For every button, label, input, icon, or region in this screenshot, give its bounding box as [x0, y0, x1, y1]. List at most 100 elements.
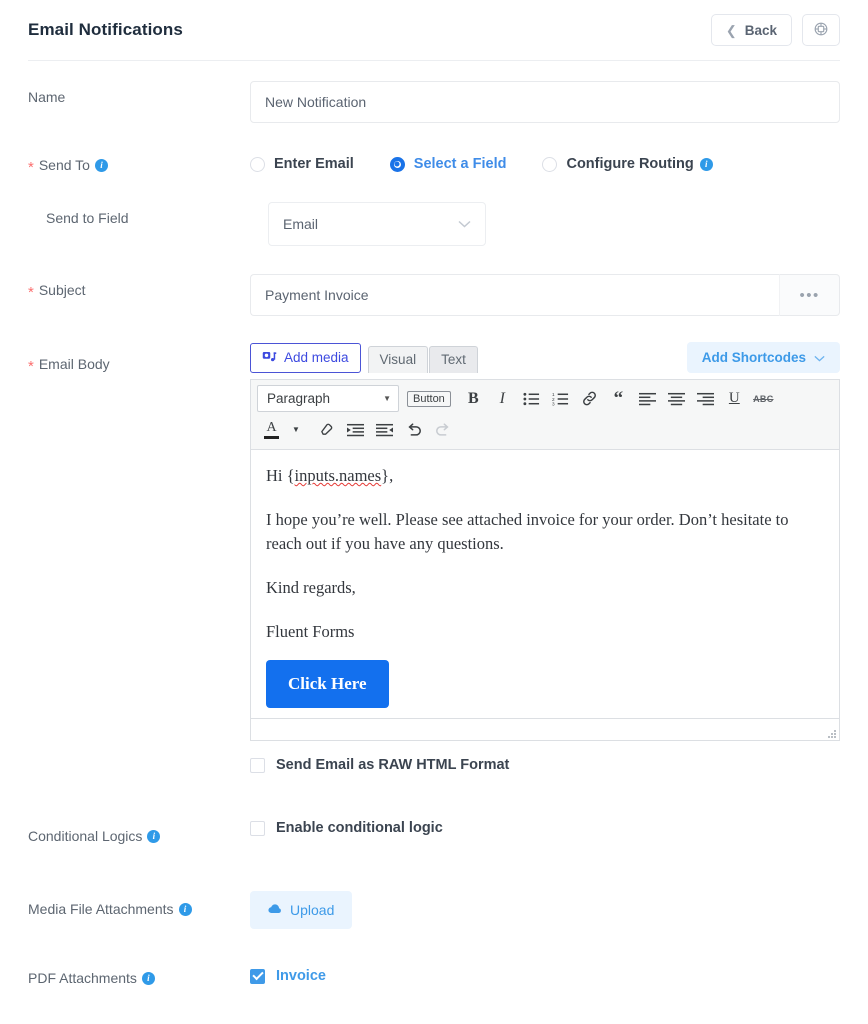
- name-input[interactable]: [250, 81, 840, 123]
- chevron-left-icon: ❮: [725, 22, 737, 38]
- settings-button[interactable]: [802, 14, 840, 46]
- send-to-radio-group: Enter Email Select a Field Configure Rou…: [250, 149, 840, 172]
- add-media-button[interactable]: Add media: [250, 342, 361, 373]
- send-to-field-select[interactable]: Email: [268, 202, 486, 246]
- tab-visual[interactable]: Visual: [367, 345, 429, 373]
- editor-cta-button[interactable]: Click Here: [266, 659, 389, 709]
- underline-icon[interactable]: U: [720, 385, 749, 412]
- radio-configure-routing[interactable]: Configure Routing i: [542, 156, 713, 172]
- label-name: Name: [28, 81, 250, 105]
- field-media-attachments: Upload: [250, 891, 840, 930]
- add-shortcodes-button[interactable]: Add Shortcodes: [686, 342, 840, 373]
- media-icon: [262, 349, 277, 367]
- chevron-down-icon: [458, 217, 471, 231]
- resize-handle-icon[interactable]: [824, 726, 836, 739]
- conditional-logic-checkbox[interactable]: [250, 820, 265, 836]
- radio-enter-email[interactable]: Enter Email: [250, 156, 354, 172]
- redo-icon[interactable]: [428, 416, 457, 443]
- caret-down-icon: ▼: [383, 394, 391, 403]
- tab-text[interactable]: Text: [429, 345, 478, 373]
- required-asterisk: *: [28, 357, 34, 375]
- numbered-list-icon[interactable]: 1 2 3: [546, 385, 575, 412]
- blockquote-icon[interactable]: “: [604, 385, 633, 412]
- ellipsis-icon: •••: [799, 286, 820, 304]
- info-icon[interactable]: i: [147, 829, 161, 843]
- editor-closing: Kind regards,: [266, 577, 356, 597]
- info-icon[interactable]: i: [94, 158, 108, 172]
- editor-signature: Fluent Forms: [266, 621, 355, 641]
- label-subject: * Subject: [28, 274, 250, 300]
- text-color-icon[interactable]: A: [257, 416, 286, 443]
- row-subject: * Subject •••: [0, 274, 868, 316]
- bold-icon[interactable]: B: [459, 385, 488, 412]
- back-button[interactable]: ❮ Back: [710, 14, 792, 46]
- row-send-to: * Send To i Enter Email Select a Field C…: [0, 149, 868, 175]
- paragraph-format-value: Paragraph: [267, 391, 331, 406]
- subject-more-button[interactable]: •••: [779, 274, 840, 316]
- editor-greeting: Hi {inputs.names},: [266, 464, 824, 488]
- editor-toolbar-row-1: Paragraph ▼ Button B I 1 2 3 “ U ABC: [257, 385, 833, 412]
- pdf-invoice-label: Invoice: [276, 968, 326, 985]
- row-conditional-logics: Conditional Logics i Enable conditional …: [0, 820, 868, 844]
- editor-status-bar: [251, 718, 839, 741]
- conditional-logic-label: Enable conditional logic: [276, 820, 443, 837]
- conditional-logic-checkbox-row[interactable]: Enable conditional logic: [250, 820, 840, 836]
- label-send-to-field-text: Send to Field: [46, 210, 129, 226]
- editor-content-area[interactable]: Hi {inputs.names}, I hope you’re well. P…: [251, 450, 839, 718]
- pdf-invoice-checkbox[interactable]: [250, 968, 265, 984]
- label-conditional-logics-text: Conditional Logics: [28, 828, 143, 845]
- raw-html-label: Send Email as RAW HTML Format: [276, 757, 510, 774]
- label-pdf-attachments-text: PDF Attachments: [28, 970, 137, 987]
- raw-html-checkbox[interactable]: [250, 757, 265, 773]
- info-icon[interactable]: i: [178, 902, 192, 916]
- label-conditional-logics: Conditional Logics i: [28, 820, 250, 844]
- label-send-to: * Send To i: [28, 149, 250, 175]
- field-send-to: Enter Email Select a Field Configure Rou…: [250, 149, 840, 172]
- page-title: Email Notifications: [28, 20, 183, 39]
- strikethrough-icon[interactable]: ABC: [749, 385, 778, 412]
- align-right-icon[interactable]: [691, 385, 720, 412]
- row-pdf-attachments: PDF Attachments i Invoice: [0, 968, 868, 986]
- text-color-dropdown-icon[interactable]: ▼: [286, 416, 306, 443]
- decrease-indent-icon[interactable]: [341, 416, 370, 443]
- radio-circle-selected-icon: [389, 156, 405, 172]
- align-left-icon[interactable]: [633, 385, 662, 412]
- label-send-to-text: Send To: [38, 157, 90, 173]
- bulleted-list-icon[interactable]: [517, 385, 546, 412]
- paragraph-format-select[interactable]: Paragraph ▼: [257, 385, 399, 412]
- label-media-attachments-text: Media File Attachments: [28, 901, 174, 918]
- upload-button[interactable]: Upload: [250, 891, 353, 930]
- field-name: [250, 81, 840, 123]
- undo-icon[interactable]: [399, 416, 428, 443]
- tab-text-label: Text: [441, 352, 466, 367]
- merge-tag-token: inputs.names: [294, 466, 382, 485]
- upload-button-label: Upload: [290, 902, 335, 919]
- pdf-invoice-checkbox-row[interactable]: Invoice: [250, 968, 840, 984]
- link-icon[interactable]: [575, 385, 604, 412]
- increase-indent-icon[interactable]: [370, 416, 399, 443]
- field-send-to-field: Email: [250, 202, 840, 246]
- subject-input[interactable]: [250, 274, 780, 316]
- clear-formatting-icon[interactable]: [312, 416, 341, 443]
- align-center-icon[interactable]: [662, 385, 691, 412]
- insert-button-label: Button: [413, 392, 445, 405]
- row-media-attachments: Media File Attachments i Upload: [0, 891, 868, 930]
- italic-icon[interactable]: I: [488, 385, 517, 412]
- info-icon[interactable]: i: [141, 971, 155, 985]
- greeting-suffix: },: [381, 466, 394, 485]
- radio-select-a-field-label: Select a Field: [413, 156, 507, 172]
- rich-text-editor: Paragraph ▼ Button B I 1 2 3 “ U ABC A ▼…: [250, 379, 840, 742]
- raw-html-checkbox-row[interactable]: Send Email as RAW HTML Format: [250, 741, 840, 773]
- label-pdf-attachments: PDF Attachments i: [28, 968, 250, 986]
- add-shortcodes-label: Add Shortcodes: [701, 350, 806, 365]
- field-subject: •••: [250, 274, 840, 316]
- insert-button-element[interactable]: Button: [407, 390, 451, 407]
- radio-select-a-field[interactable]: Select a Field: [389, 156, 507, 172]
- editor-toolbar: Paragraph ▼ Button B I 1 2 3 “ U ABC A ▼: [251, 380, 839, 450]
- label-subject-text: Subject: [38, 282, 86, 298]
- page-header: Email Notifications ❮ Back: [0, 0, 868, 60]
- label-send-to-field: Send to Field: [28, 202, 250, 226]
- label-media-attachments: Media File Attachments i: [28, 891, 250, 917]
- greeting-prefix: Hi {: [266, 466, 295, 485]
- info-icon[interactable]: i: [699, 157, 713, 171]
